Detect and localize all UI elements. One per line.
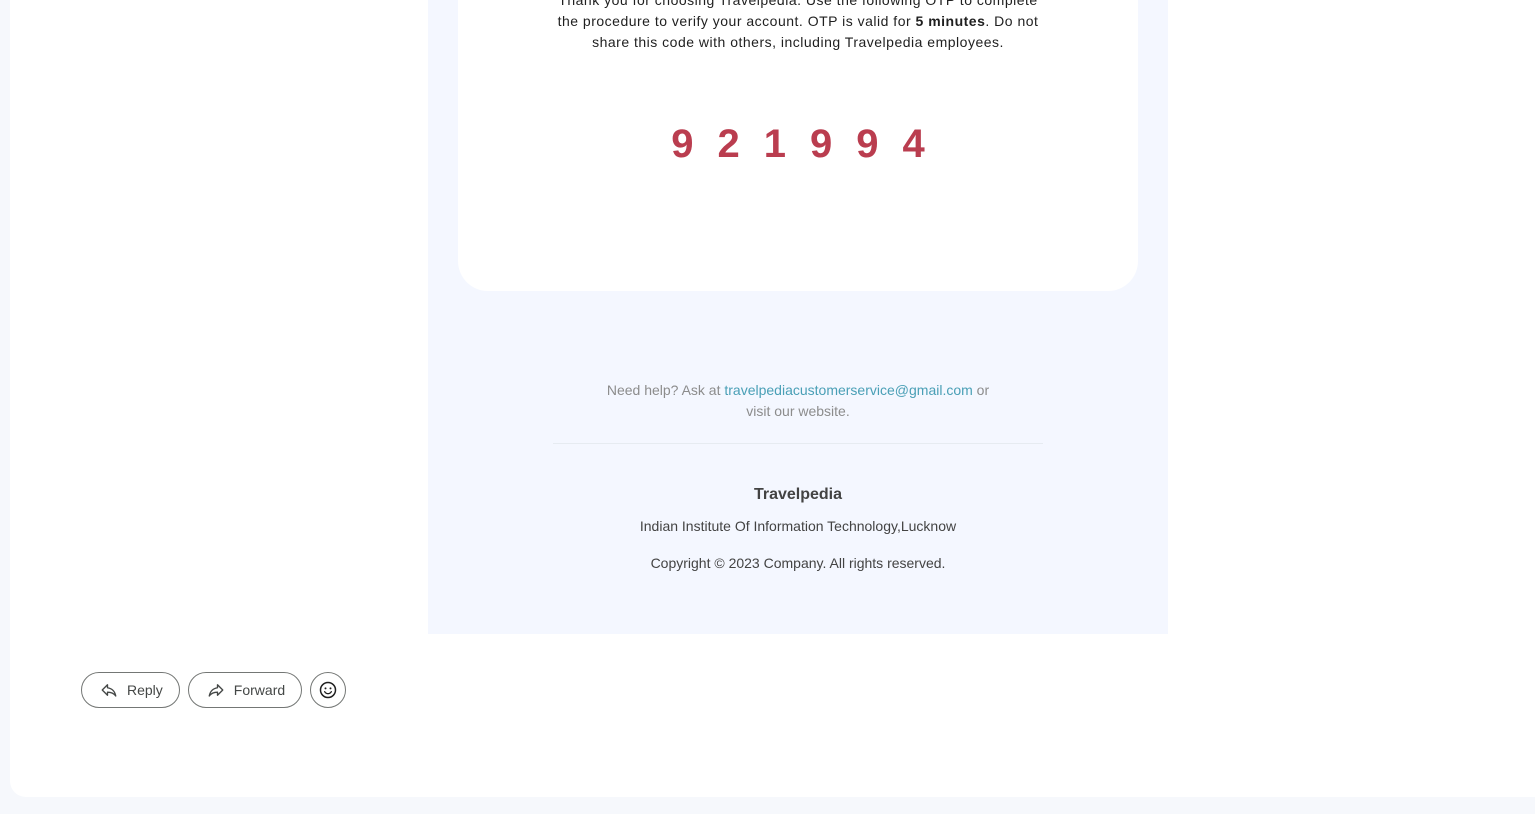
reply-button[interactable]: Reply bbox=[81, 672, 180, 708]
forward-label: Forward bbox=[233, 682, 286, 698]
message-panel: Thank you for choosing Travelpedia. Use … bbox=[10, 0, 1535, 797]
intro-line-2-end: . Do not bbox=[985, 13, 1039, 29]
otp-card: Thank you for choosing Travelpedia. Use … bbox=[458, 0, 1138, 291]
forward-icon bbox=[207, 681, 225, 699]
intro-line-1: Thank you for choosing Travelpedia. Use … bbox=[558, 0, 1038, 8]
message-actions: Reply Forward bbox=[81, 672, 347, 708]
reply-label: Reply bbox=[127, 682, 163, 698]
add-reaction-button[interactable] bbox=[310, 672, 347, 708]
company-name: Travelpedia bbox=[753, 486, 843, 503]
help-or: or bbox=[972, 382, 990, 398]
help-prefix: Need help? Ask at bbox=[606, 382, 725, 398]
copyright: Copyright © 2023 Company. All rights res… bbox=[650, 555, 946, 571]
emoji-smile-icon bbox=[318, 680, 338, 700]
company-address: Indian Institute Of Information Technolo… bbox=[639, 518, 957, 534]
help-text: Need help? Ask at travelpediacustomerser… bbox=[598, 380, 998, 422]
help-suffix: visit our website. bbox=[746, 403, 850, 419]
otp-code: 921994 bbox=[671, 122, 949, 166]
intro-line-3: share this code with others, including T… bbox=[592, 34, 1004, 50]
email-body: Thank you for choosing Travelpedia. Use … bbox=[428, 0, 1168, 634]
otp-validity: 5 minutes bbox=[915, 13, 986, 29]
reply-icon bbox=[100, 681, 118, 699]
forward-button[interactable]: Forward bbox=[187, 672, 303, 708]
footer-divider bbox=[553, 443, 1043, 444]
intro-line-2-start: the procedure to verify your account. OT… bbox=[557, 13, 916, 29]
intro-text: Thank you for choosing Travelpedia. Use … bbox=[548, 0, 1048, 53]
support-email-link[interactable]: travelpediacustomerservice@gmail.com bbox=[724, 382, 972, 398]
